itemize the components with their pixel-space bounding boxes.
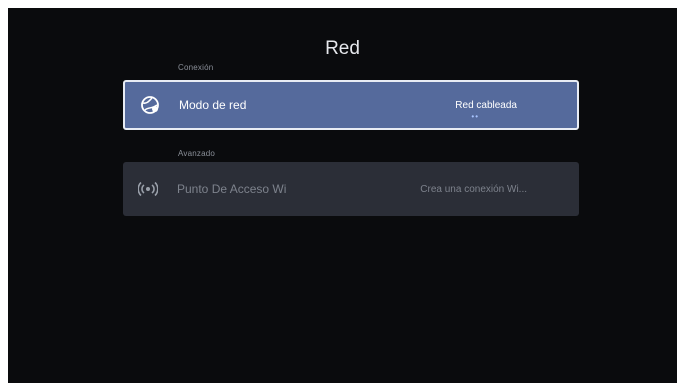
network-mode-row[interactable]: Modo de red Red cableada •• [123, 80, 579, 130]
section-header-connection: Conexión [178, 63, 214, 72]
globe-network-icon [139, 94, 161, 116]
wifi-hotspot-value: Crea una conexión Wi... [420, 183, 527, 195]
network-mode-value: Red cableada [455, 99, 517, 111]
wifi-hotspot-icon [137, 178, 159, 200]
tv-settings-screen: Red Conexión Modo de red Red cableada ••… [8, 8, 677, 383]
wifi-hotspot-row[interactable]: Punto De Acceso Wi Crea una conexión Wi.… [123, 162, 579, 216]
wifi-hotspot-label: Punto De Acceso Wi [177, 182, 287, 196]
section-header-advanced: Avanzado [178, 149, 216, 158]
page-title: Red [325, 38, 360, 59]
network-mode-label: Modo de red [179, 98, 247, 112]
selector-dots-icon: •• [471, 112, 479, 121]
